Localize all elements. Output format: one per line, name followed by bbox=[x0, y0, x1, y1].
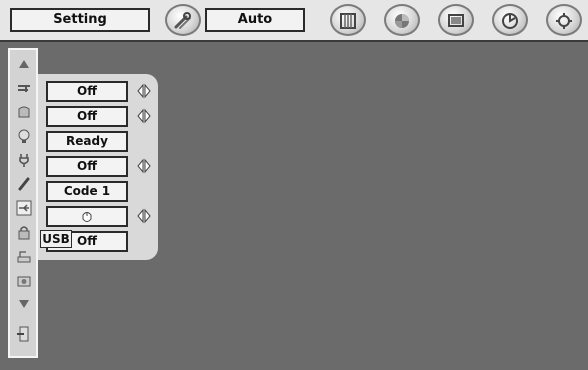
value-row-6[interactable] bbox=[46, 206, 128, 227]
screen-icon[interactable] bbox=[438, 4, 474, 36]
value-row-1[interactable]: Off bbox=[46, 81, 128, 102]
remote-control-icon[interactable] bbox=[16, 176, 32, 192]
projector-osd-screen: Setting Auto Off Off Ready Off Code 1 Of… bbox=[0, 0, 588, 370]
lock-icon[interactable] bbox=[16, 224, 32, 240]
left-right-arrows-icon[interactable] bbox=[136, 208, 152, 224]
settings-gear-icon[interactable] bbox=[546, 4, 582, 36]
usb-tooltip: USB bbox=[40, 230, 72, 248]
value-row-5[interactable]: Code 1 bbox=[46, 181, 128, 202]
projector-lens-icon[interactable] bbox=[16, 80, 32, 96]
left-right-arrows-icon[interactable] bbox=[136, 83, 152, 99]
film-icon[interactable] bbox=[330, 4, 366, 36]
filter-icon[interactable] bbox=[16, 104, 32, 120]
lamp-icon[interactable] bbox=[16, 128, 32, 144]
mode-auto-label[interactable]: Auto bbox=[205, 8, 305, 32]
color-wheel-icon[interactable] bbox=[384, 4, 420, 36]
tools-icon[interactable] bbox=[165, 4, 201, 36]
value-row-2[interactable]: Off bbox=[46, 106, 128, 127]
settings-sidebar bbox=[8, 48, 38, 358]
exit-icon[interactable] bbox=[16, 326, 32, 342]
left-right-arrows-icon[interactable] bbox=[136, 108, 152, 124]
power-plug-icon[interactable] bbox=[16, 152, 32, 168]
camera-icon[interactable] bbox=[16, 272, 32, 288]
value-row-3[interactable]: Ready bbox=[46, 131, 128, 152]
left-right-arrows-icon[interactable] bbox=[136, 158, 152, 174]
reset-icon[interactable] bbox=[16, 248, 32, 264]
value-row-4[interactable]: Off bbox=[46, 156, 128, 177]
usb-icon[interactable] bbox=[16, 200, 32, 216]
brightness-dial-icon[interactable] bbox=[492, 4, 528, 36]
menu-bar: Setting Auto bbox=[0, 0, 588, 42]
setting-menu-label[interactable]: Setting bbox=[10, 8, 150, 32]
scroll-up-arrow-icon[interactable] bbox=[16, 56, 32, 72]
scroll-down-arrow-icon[interactable] bbox=[16, 296, 32, 312]
mouse-icon bbox=[81, 210, 93, 224]
